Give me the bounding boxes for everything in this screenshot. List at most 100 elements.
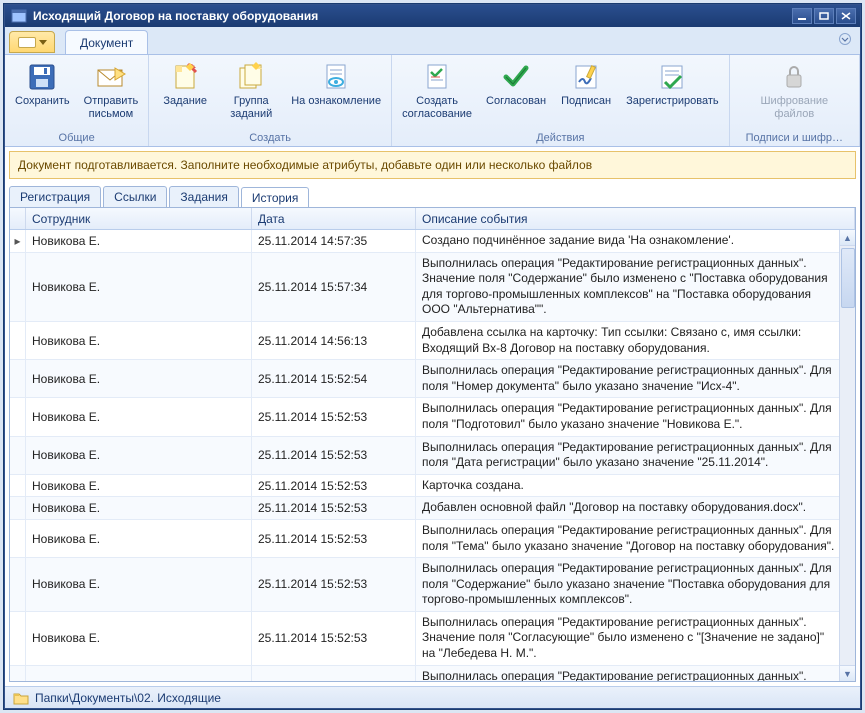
cell-employee: Новикова Е. [26,322,252,359]
grid-body[interactable]: ▸Новикова Е.25.11.2014 14:57:35Создано п… [10,230,855,681]
cell-date: 25.11.2014 14:56:13 [252,322,416,359]
grid-header-date[interactable]: Дата [252,208,416,229]
cell-employee: Новикова Е. [26,497,252,519]
table-row[interactable]: Новикова Е.25.11.2014 15:52:54Выполнилас… [10,360,855,398]
table-row[interactable]: Новикова Е.25.11.2014 15:52:53Выполнилас… [10,398,855,436]
cell-employee: Новикова Е. [26,253,252,321]
row-marker [10,360,26,397]
lock-icon [778,61,810,93]
table-row[interactable]: Новикова Е.25.11.2014 15:52:53Выполнилас… [10,437,855,475]
grid-header-employee[interactable]: Сотрудник [26,208,252,229]
create-approval-button[interactable]: Создать согласование [398,59,476,122]
task-group-button[interactable]: Группа заданий [221,59,281,122]
cell-employee: Новикова Е. [26,558,252,611]
table-row[interactable]: ▸Новикова Е.25.11.2014 14:57:35Создано п… [10,230,855,253]
app-window: Исходящий Договор на поставку оборудован… [4,4,861,709]
table-row[interactable]: Новикова Е.25.11.2014 15:52:53Выполнилас… [10,612,855,666]
titlebar: Исходящий Договор на поставку оборудован… [5,5,860,27]
cell-employee: Новикова Е. [26,666,252,681]
task-group-label: Группа заданий [230,95,272,120]
approved-button[interactable]: Согласован [482,59,550,110]
ribbon-collapse-button[interactable] [838,33,852,48]
history-grid: Сотрудник Дата Описание события ▸Новиков… [9,207,856,682]
send-letter-button[interactable]: Отправить письмом [80,59,143,122]
folder-icon [13,691,29,705]
scroll-up-button[interactable]: ▲ [840,230,855,246]
grid-header-employee-label: Сотрудник [32,212,90,226]
tab-history[interactable]: История [241,187,310,208]
table-row[interactable]: Новикова Е.25.11.2014 15:52:53Выполнилас… [10,520,855,558]
tab-tasks[interactable]: Задания [169,186,238,207]
task-button[interactable]: Задание [155,59,215,110]
task-group-icon [235,61,267,93]
cell-date: 25.11.2014 15:52:53 [252,612,416,665]
window-buttons [792,8,856,24]
table-row[interactable]: Новикова Е.25.11.2014 15:52:53Выполнилас… [10,666,855,681]
save-label: Сохранить [15,95,70,108]
check-icon [500,61,532,93]
app-icon [11,8,27,24]
review-button[interactable]: На ознакомление [287,59,385,110]
cell-date: 25.11.2014 14:57:35 [252,230,416,252]
row-marker [10,666,26,681]
table-row[interactable]: Новикова Е.25.11.2014 15:52:53Карточка с… [10,475,855,498]
signed-button[interactable]: Подписан [556,59,616,110]
tab-document[interactable]: Документ [65,30,148,54]
grid-header-marker[interactable] [10,208,26,229]
table-row[interactable]: Новикова Е.25.11.2014 15:52:53Выполнилас… [10,558,855,612]
window-title: Исходящий Договор на поставку оборудован… [33,9,792,23]
ribbon-group-common: Сохранить Отправить письмом Общие [5,55,149,146]
encrypt-files-button[interactable]: Шифрование файлов [756,59,832,122]
maximize-button[interactable] [814,8,834,24]
tab-links-label: Ссылки [114,190,156,204]
cell-employee: Новикова Е. [26,230,252,252]
app-menu-button[interactable] [9,31,55,53]
row-marker [10,322,26,359]
ribbon-group-crypto: Шифрование файлов Подписи и шифр… [730,55,860,146]
create-approval-label: Создать согласование [402,95,472,120]
table-row[interactable]: Новикова Е.25.11.2014 15:52:53Добавлен о… [10,497,855,520]
ribbon-group-common-title: Общие [11,131,142,144]
info-banner-text: Документ подготавливается. Заполните нео… [18,158,592,172]
save-icon [26,61,58,93]
row-marker [10,612,26,665]
tab-links[interactable]: Ссылки [103,186,167,207]
save-button[interactable]: Сохранить [11,59,74,110]
grid-header-description[interactable]: Описание события [416,208,855,229]
statusbar-path: Папки\Документы\02. Исходящие [35,691,221,705]
table-row[interactable]: Новикова Е.25.11.2014 15:57:34Выполнилас… [10,253,855,322]
review-icon [320,61,352,93]
scroll-down-button[interactable]: ▼ [840,665,855,681]
tab-tasks-label: Задания [180,190,227,204]
chevron-down-icon [39,40,47,45]
cell-employee: Новикова Е. [26,612,252,665]
cell-employee: Новикова Е. [26,475,252,497]
ribbon-group-crypto-title: Подписи и шифр… [736,131,853,144]
grid-header: Сотрудник Дата Описание события [10,208,855,230]
cell-employee: Новикова Е. [26,437,252,474]
cell-employee: Новикова Е. [26,360,252,397]
cell-date: 25.11.2014 15:52:53 [252,497,416,519]
card-tabs: Регистрация Ссылки Задания История [5,183,860,207]
cell-description: Выполнилась операция "Редактирование рег… [416,398,855,435]
cell-employee: Новикова Е. [26,520,252,557]
tab-registration[interactable]: Регистрация [9,186,101,207]
ribbon-group-actions-title: Действия [398,131,723,144]
register-label: Зарегистрировать [626,95,719,108]
register-button[interactable]: Зарегистрировать [622,59,723,110]
row-marker [10,520,26,557]
row-marker: ▸ [10,230,26,252]
minimize-button[interactable] [792,8,812,24]
statusbar: Папки\Документы\02. Исходящие [5,686,860,708]
cell-date: 25.11.2014 15:52:53 [252,666,416,681]
signed-label: Подписан [561,95,611,108]
cell-description: Выполнилась операция "Редактирование рег… [416,520,855,557]
vertical-scrollbar[interactable]: ▲ ▼ [839,230,855,681]
close-button[interactable] [836,8,856,24]
scroll-thumb[interactable] [841,248,855,308]
cell-employee: Новикова Е. [26,398,252,435]
ribbon: Сохранить Отправить письмом Общие Зада [5,55,860,147]
table-row[interactable]: Новикова Е.25.11.2014 14:56:13Добавлена … [10,322,855,360]
cell-description: Выполнилась операция "Редактирование рег… [416,558,855,611]
tab-history-label: История [252,191,299,205]
